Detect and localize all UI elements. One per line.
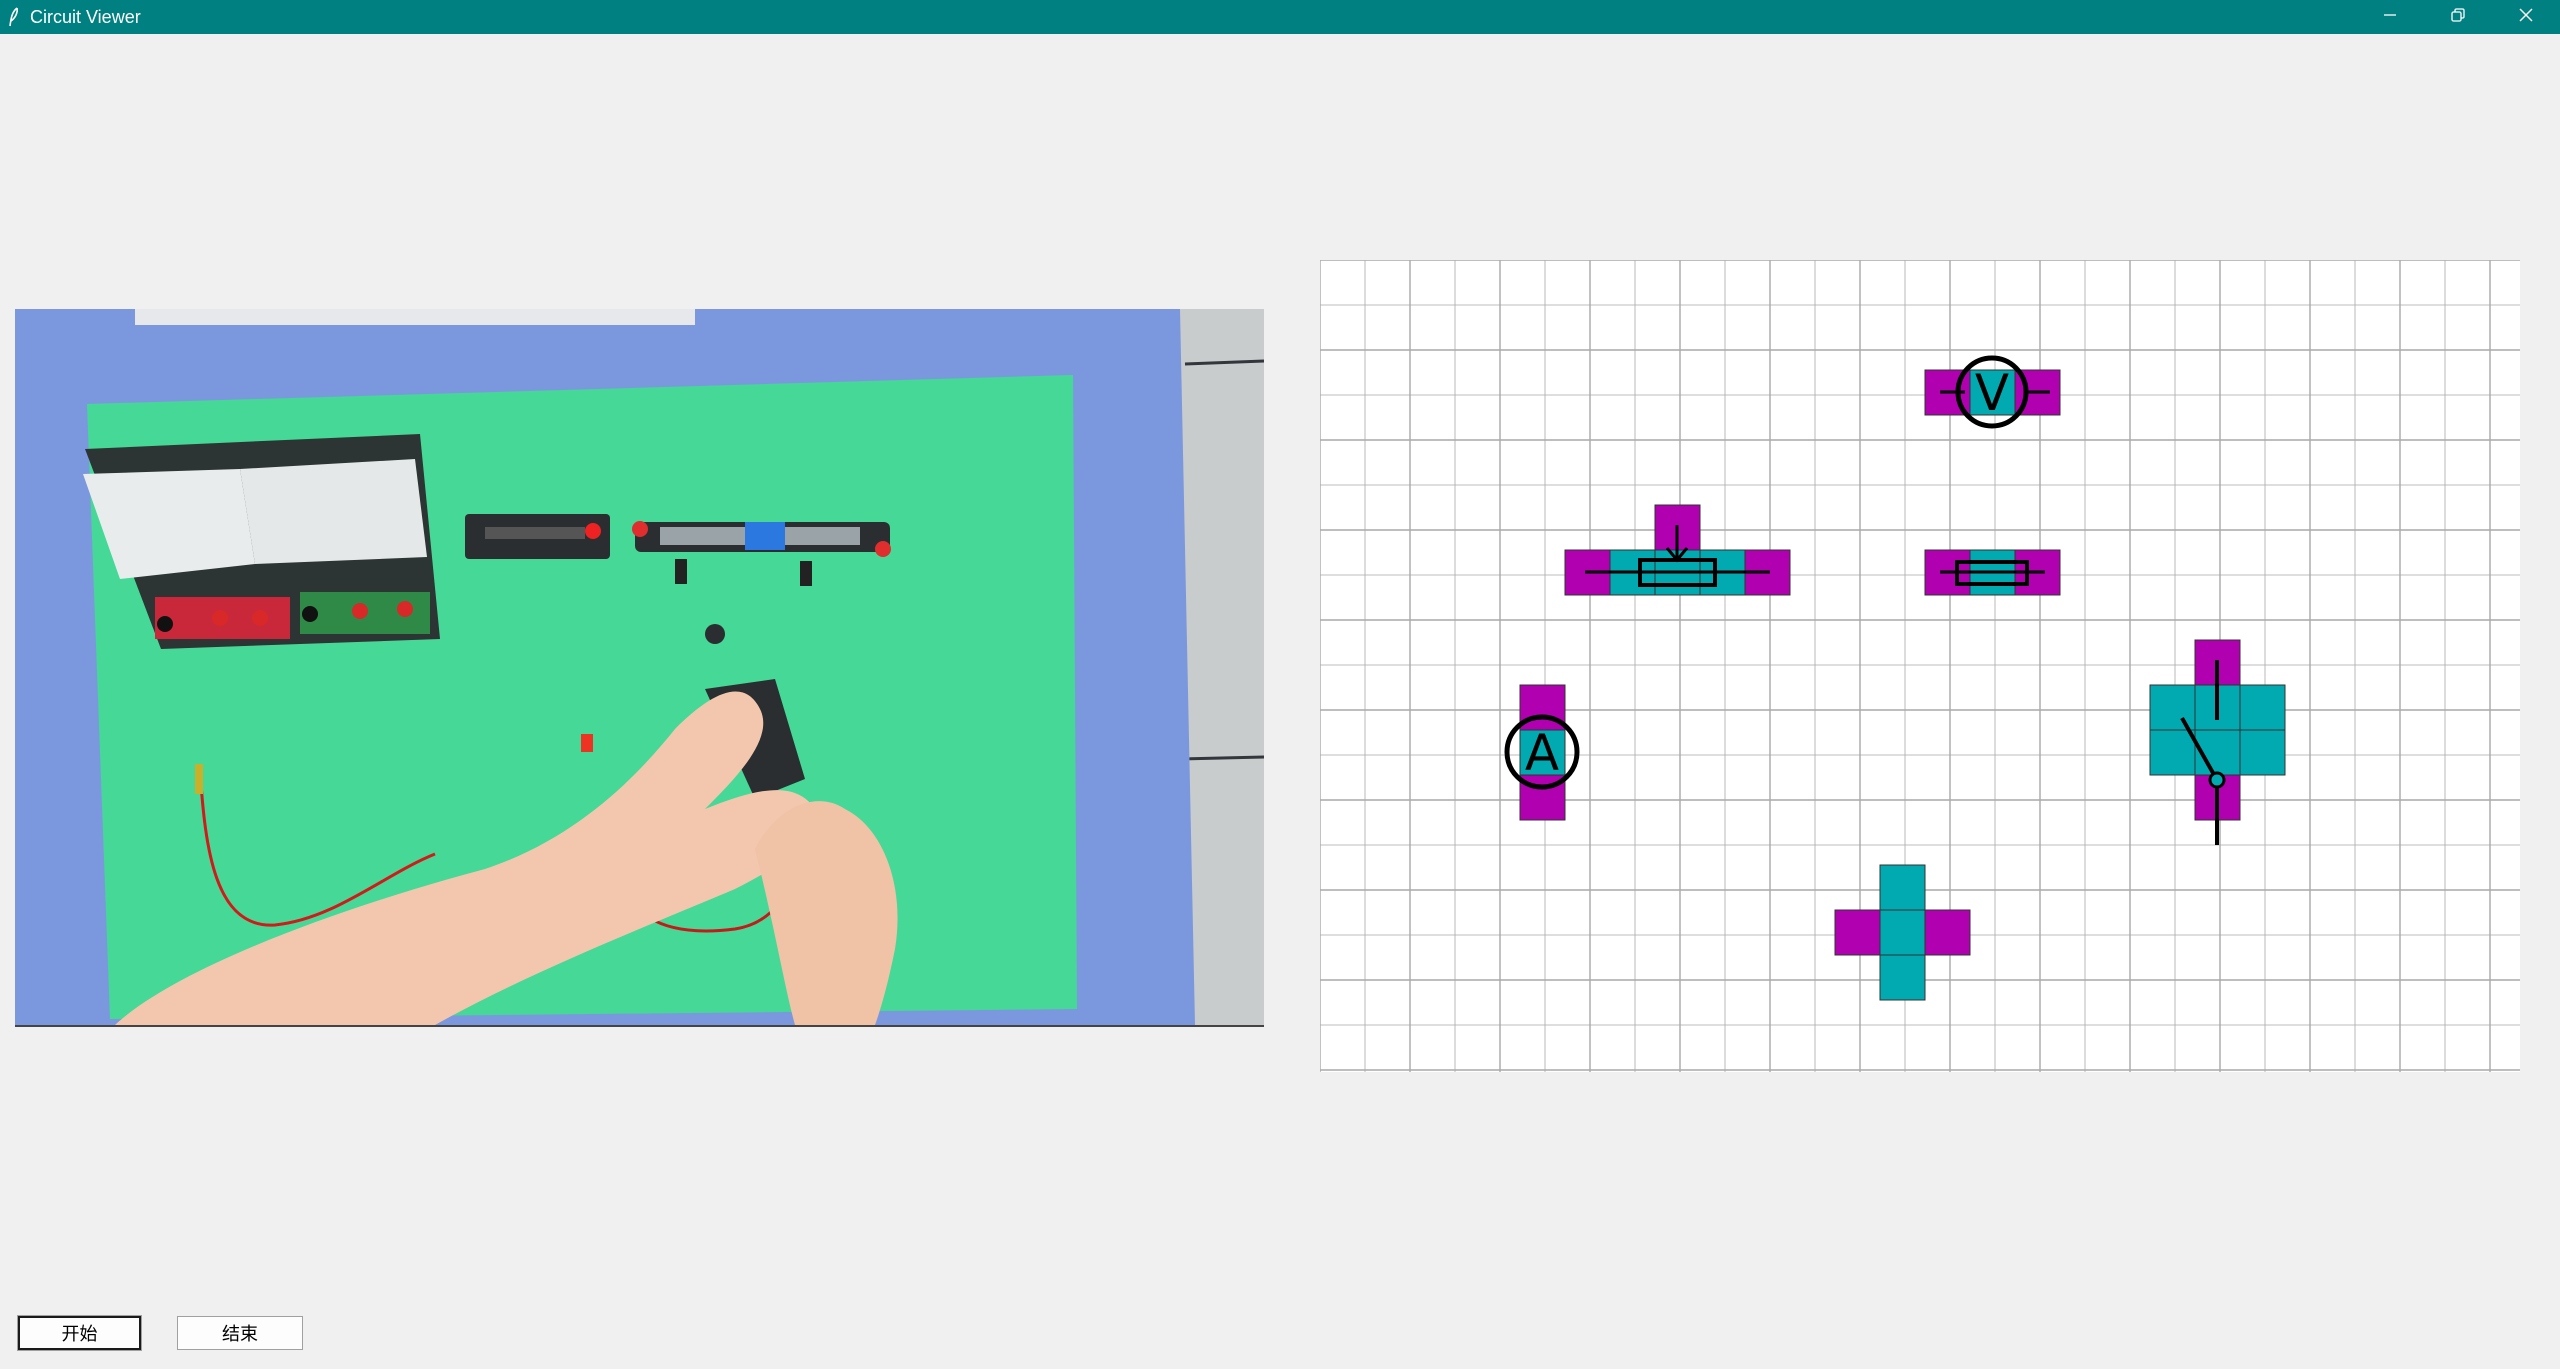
close-icon xyxy=(2518,7,2534,28)
window-controls xyxy=(2356,0,2560,34)
ammeter-symbol: A xyxy=(1525,724,1559,782)
restore-button[interactable] xyxy=(2424,0,2492,34)
close-button[interactable] xyxy=(2492,0,2560,34)
rheostat-component[interactable] xyxy=(1564,504,1791,596)
window-title: Circuit Viewer xyxy=(30,6,141,27)
circuit-grid[interactable]: V A xyxy=(1320,260,2520,1072)
switch-box xyxy=(465,514,610,559)
camera-feed xyxy=(15,309,1264,1027)
minimize-button[interactable] xyxy=(2356,0,2424,34)
end-button[interactable]: 结束 xyxy=(177,1316,303,1350)
title-bar: Circuit Viewer xyxy=(0,0,2560,34)
voltmeter-symbol: V xyxy=(1975,364,2009,422)
restore-icon xyxy=(2450,7,2466,28)
resistor-component[interactable] xyxy=(1924,549,2061,596)
minimize-icon xyxy=(2382,7,2398,28)
start-button[interactable]: 开始 xyxy=(17,1315,142,1351)
feather-icon xyxy=(6,6,22,28)
